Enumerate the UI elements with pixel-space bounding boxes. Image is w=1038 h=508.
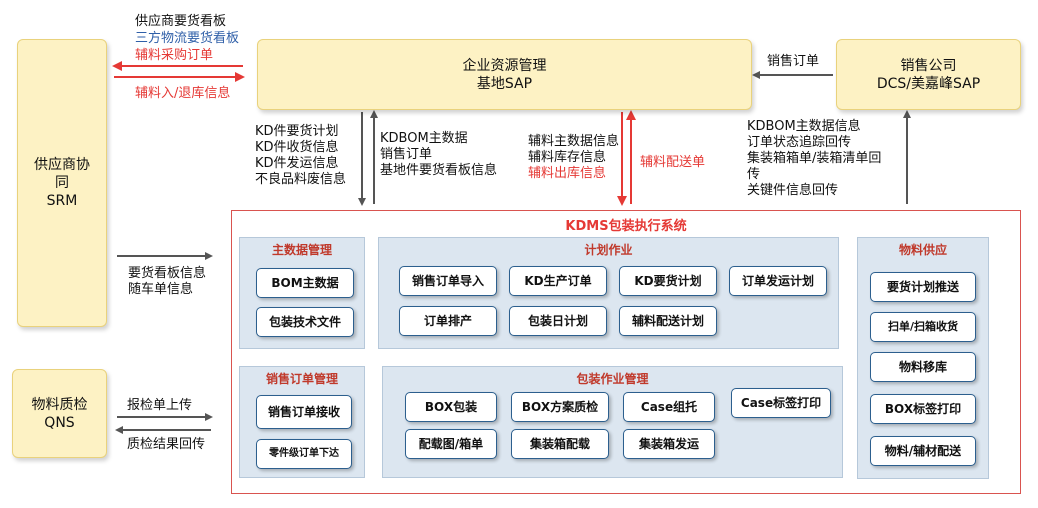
flow-aux-delivery: 辅料配送单 bbox=[640, 155, 706, 170]
flow-key-part: 关键件信息回传 bbox=[747, 183, 839, 198]
panel-plan-title: 计划作业 bbox=[584, 243, 633, 257]
label-3pl-kanban: 三方物流要货看板 bbox=[135, 31, 240, 46]
flow-sales-order: 销售订单 bbox=[380, 147, 433, 162]
module-box-packing[interactable]: BOX包装 bbox=[405, 392, 497, 422]
label-supplier-kanban: 供应商要货看板 bbox=[135, 14, 227, 29]
module-container-ship[interactable]: 集装箱发运 bbox=[623, 429, 715, 459]
flow-vehicle-info: 随车单信息 bbox=[128, 282, 194, 297]
flow-kdms-to-sap: KDBOM主数据 销售订单 基地件要货看板信息 bbox=[380, 131, 497, 179]
flow-base-kanban: 基地件要货看板信息 bbox=[380, 163, 498, 178]
flow-container-list: 集装箱箱单/装箱清单回 bbox=[747, 151, 882, 166]
module-pack-tech-doc[interactable]: 包装技术文件 bbox=[256, 307, 354, 337]
module-scan-receive[interactable]: 扫单/扫箱收货 bbox=[870, 312, 976, 342]
kdms-title: KDMS包装执行系统 bbox=[565, 219, 687, 234]
label-aux-inbound: 辅料入/退库信息 bbox=[135, 86, 231, 101]
module-case-label-print[interactable]: Case标签打印 bbox=[731, 388, 831, 418]
module-material-delivery[interactable]: 物料/辅材配送 bbox=[870, 436, 976, 466]
module-box-label-print[interactable]: BOX标签打印 bbox=[870, 394, 976, 424]
module-container-load[interactable]: 集装箱配载 bbox=[511, 429, 609, 459]
module-order-scheduling[interactable]: 订单排产 bbox=[399, 306, 497, 336]
sap-label-1: 企业资源管理 bbox=[462, 57, 547, 74]
module-pack-daily-plan[interactable]: 包装日计划 bbox=[509, 306, 607, 336]
flow-to-sales: KDBOM主数据信息 订单状态追踪回传 集装箱箱单/装箱清单回 传 关键件信息回… bbox=[747, 119, 881, 199]
flow-result-return: 质检结果回传 bbox=[127, 437, 206, 452]
panel-sales-order-mgmt-title: 销售订单管理 bbox=[265, 372, 338, 386]
sap-label-2: 基地SAP bbox=[476, 75, 533, 92]
flow-order-tracking: 订单状态追踪回传 bbox=[747, 135, 852, 150]
panel-master-data: 主数据管理 BOM主数据 包装技术文件 bbox=[239, 237, 365, 349]
flow-kdbom-master: KDBOM主数据 bbox=[380, 131, 468, 146]
srm-label-3: SRM bbox=[46, 193, 78, 209]
module-box-plan-qc[interactable]: BOX方案质检 bbox=[511, 392, 609, 422]
panel-plan: 计划作业 销售订单导入 KD生产订单 KD要货计划 订单发运计划 订单排产 包装… bbox=[378, 237, 839, 349]
panel-material-supply-title: 物料供应 bbox=[898, 243, 947, 257]
sales-company-box: 销售公司 DCS/美嘉峰SAP bbox=[836, 39, 1021, 110]
srm-label-2: 同 bbox=[55, 175, 69, 191]
module-load-diagram[interactable]: 配载图/箱单 bbox=[405, 429, 497, 459]
sap-box: 企业资源管理 基地SAP bbox=[257, 39, 752, 110]
flow-sap-to-kdms: KD件要货计划 KD件收货信息 KD件发运信息 不良品料废信息 bbox=[255, 124, 346, 188]
panel-material-supply: 物料供应 要货计划推送 扫单/扫箱收货 物料移库 BOX标签打印 物料/辅材配送 bbox=[857, 237, 989, 479]
module-case-pallet[interactable]: Case组托 bbox=[623, 392, 715, 422]
srm-label-1: 供应商协 bbox=[34, 157, 90, 173]
kdms-container: KDMS包装执行系统 主数据管理 BOM主数据 包装技术文件 计划作业 销售订单… bbox=[231, 210, 1021, 494]
sales-label-1: 销售公司 bbox=[900, 57, 957, 74]
flow-aux-outbound: 辅料出库信息 bbox=[528, 166, 607, 181]
flow-container-list-cont: 传 bbox=[747, 167, 761, 182]
module-aux-delivery-plan[interactable]: 辅料配送计划 bbox=[619, 306, 717, 336]
module-bom-master[interactable]: BOM主数据 bbox=[256, 268, 354, 298]
sales-label-2: DCS/美嘉峰SAP bbox=[876, 75, 981, 92]
flow-kdbom-info: KDBOM主数据信息 bbox=[747, 119, 861, 134]
qns-label-1: 物料质检 bbox=[31, 396, 88, 413]
qns-label-2: QNS bbox=[44, 414, 75, 431]
label-sales-order: 销售订单 bbox=[767, 54, 820, 69]
flow-kd-receipt: KD件收货信息 bbox=[255, 140, 339, 155]
flow-defect-scrap: 不良品料废信息 bbox=[255, 172, 347, 187]
flow-kanban-info: 要货看板信息 bbox=[128, 266, 207, 281]
label-aux-purchase-order: 辅料采购订单 bbox=[135, 48, 214, 63]
module-kd-demand-plan[interactable]: KD要货计划 bbox=[619, 266, 717, 296]
flow-aux-stock: 辅料库存信息 bbox=[528, 150, 607, 165]
flow-report-upload: 报检单上传 bbox=[127, 398, 193, 413]
panel-master-data-title: 主数据管理 bbox=[271, 243, 332, 257]
srm-box: 供应商协 同 SRM bbox=[17, 39, 107, 327]
module-order-ship-plan[interactable]: 订单发运计划 bbox=[729, 266, 827, 296]
flow-aux: 辅料主数据信息 辅料库存信息 辅料出库信息 bbox=[528, 134, 619, 182]
flow-aux-master: 辅料主数据信息 bbox=[528, 134, 620, 149]
module-part-order-release[interactable]: 零件级订单下达 bbox=[256, 439, 352, 469]
qns-box: 物料质检 QNS bbox=[12, 369, 107, 458]
flow-kd-demand-plan: KD件要货计划 bbox=[255, 124, 339, 139]
panel-packing-ops-title: 包装作业管理 bbox=[576, 372, 649, 386]
flow-kd-shipment: KD件发运信息 bbox=[255, 156, 339, 171]
module-kd-production-order[interactable]: KD生产订单 bbox=[509, 266, 607, 296]
module-material-transfer[interactable]: 物料移库 bbox=[870, 352, 976, 382]
panel-sales-order-mgmt: 销售订单管理 销售订单接收 零件级订单下达 bbox=[239, 366, 365, 478]
module-sales-order-import[interactable]: 销售订单导入 bbox=[399, 266, 497, 296]
module-demand-push[interactable]: 要货计划推送 bbox=[870, 272, 976, 302]
panel-packing-ops: 包装作业管理 BOX包装 BOX方案质检 Case组托 Case标签打印 配载图… bbox=[382, 366, 843, 478]
flow-srm: 要货看板信息 随车单信息 bbox=[128, 266, 206, 298]
module-sales-order-receive[interactable]: 销售订单接收 bbox=[256, 395, 352, 429]
